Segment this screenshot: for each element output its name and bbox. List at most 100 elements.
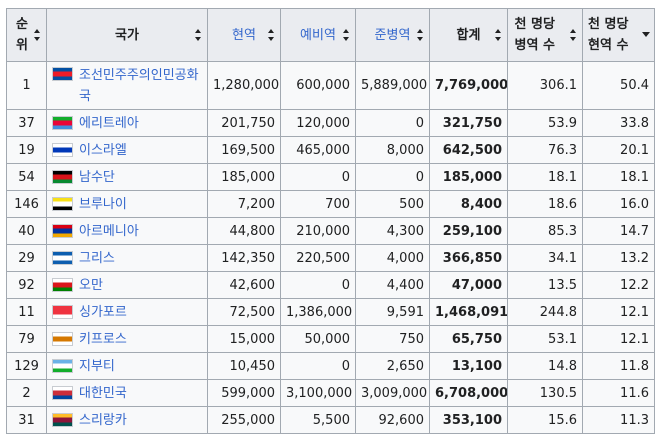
flag-icon <box>52 251 73 265</box>
column-header-active[interactable]: 현역 <box>207 8 281 62</box>
cell-total: 353,100 <box>429 406 508 434</box>
cell-total: 642,500 <box>429 136 508 164</box>
sort-icon[interactable] <box>268 29 275 41</box>
cell-reserve: 120,000 <box>280 109 356 137</box>
cell-rank: 79 <box>6 325 47 353</box>
cell-rank: 129 <box>6 352 47 380</box>
cell-country: 에리트레아 <box>46 109 208 137</box>
cell-reserve: 220,500 <box>280 244 356 272</box>
column-header-label[interactable]: 예비역 <box>300 25 336 46</box>
cell-mil-per-1000: 14.8 <box>507 352 583 380</box>
country-link[interactable]: 키프로스 <box>79 329 127 350</box>
country-link[interactable]: 오만 <box>79 275 103 296</box>
cell-mil-per-1000: 18.6 <box>507 190 583 218</box>
cell-paramilitary: 4,000 <box>355 244 430 272</box>
cell-active: 7,200 <box>207 190 281 218</box>
cell-paramilitary: 5,889,000 <box>355 61 430 110</box>
column-header-label: 천 명당 현역 수 <box>588 17 629 53</box>
sort-icon[interactable] <box>495 29 502 41</box>
cell-active-per-1000: 12.2 <box>582 271 655 299</box>
cell-country: 싱가포르 <box>46 298 208 326</box>
cell-active: 42,600 <box>207 271 281 299</box>
cell-paramilitary: 2,650 <box>355 352 430 380</box>
cell-active: 44,800 <box>207 217 281 245</box>
cell-active-per-1000: 33.8 <box>582 109 655 137</box>
country-link[interactable]: 대한민국 <box>79 383 127 404</box>
sort-descending-icon[interactable] <box>642 29 650 41</box>
sort-icon[interactable] <box>570 29 577 41</box>
column-header-country[interactable]: 국가 <box>46 8 208 62</box>
cell-reserve: 5,500 <box>280 406 356 434</box>
cell-mil-per-1000: 18.1 <box>507 163 583 191</box>
cell-reserve: 3,100,000 <box>280 379 356 407</box>
cell-rank: 40 <box>6 217 47 245</box>
flag-icon <box>52 66 73 81</box>
column-header-reserve[interactable]: 예비역 <box>280 8 356 62</box>
column-header-label: 천 명당 병역 수 <box>514 17 555 53</box>
table-row: 54 남수단 185,000 0 0 185,000 18.1 18.1 <box>6 163 655 191</box>
cell-reserve: 1,386,000 <box>280 298 356 326</box>
sort-icon[interactable] <box>195 29 202 41</box>
cell-reserve: 0 <box>280 271 356 299</box>
column-header-paramilitary[interactable]: 준병역 <box>355 8 430 62</box>
cell-country: 그리스 <box>46 244 208 272</box>
cell-active: 169,500 <box>207 136 281 164</box>
cell-country: 아르메니아 <box>46 217 208 245</box>
cell-active-per-1000: 18.1 <box>582 163 655 191</box>
sort-icon[interactable] <box>417 29 424 41</box>
flag-icon <box>52 359 73 373</box>
cell-total: 13,100 <box>429 352 508 380</box>
cell-mil-per-1000: 244.8 <box>507 298 583 326</box>
column-header-label: 합계 <box>456 27 481 43</box>
cell-active-per-1000: 12.1 <box>582 325 655 353</box>
cell-paramilitary: 750 <box>355 325 430 353</box>
flag-icon <box>52 170 73 184</box>
cell-paramilitary: 4,300 <box>355 217 430 245</box>
cell-reserve: 600,000 <box>280 61 356 110</box>
cell-rank: 19 <box>6 136 47 164</box>
column-header-label[interactable]: 현역 <box>232 25 256 46</box>
cell-paramilitary: 0 <box>355 109 430 137</box>
country-link[interactable]: 이스라엘 <box>79 140 127 161</box>
cell-rank: 54 <box>6 163 47 191</box>
cell-total: 47,000 <box>429 271 508 299</box>
table-row: 1 조선민주주의인민공화국 1,280,000 600,000 5,889,000 7,7… <box>6 61 655 110</box>
country-link[interactable]: 남수단 <box>79 167 115 188</box>
cell-country: 지부티 <box>46 352 208 380</box>
table-row: 19 이스라엘 169,500 465,000 8,000 642,500 76.3 20.1 <box>6 136 655 164</box>
country-link[interactable]: 아르메니아 <box>79 221 139 242</box>
cell-paramilitary: 0 <box>355 163 430 191</box>
cell-rank: 29 <box>6 244 47 272</box>
flag-icon <box>52 413 73 427</box>
cell-country: 스리랑카 <box>46 406 208 434</box>
sort-icon[interactable] <box>34 29 41 41</box>
cell-active: 10,450 <box>207 352 281 380</box>
cell-paramilitary: 92,600 <box>355 406 430 434</box>
table-body: 1 조선민주주의인민공화국 1,280,000 600,000 5,889,000 7,7… <box>6 61 655 434</box>
country-link[interactable]: 그리스 <box>79 248 115 269</box>
table-row: 92 오만 42,600 0 4,400 47,000 13.5 12.2 <box>6 271 655 299</box>
country-link[interactable]: 싱가포르 <box>79 302 127 323</box>
country-link[interactable]: 에리트레아 <box>79 113 139 134</box>
column-header-active-per-1000[interactable]: 천 명당 현역 수 <box>582 8 655 62</box>
column-header-total[interactable]: 합계 <box>429 8 508 62</box>
cell-paramilitary: 9,591 <box>355 298 430 326</box>
flag-icon <box>52 116 73 130</box>
table-row: 146 브루나이 7,200 700 500 8,400 18.6 16.0 <box>6 190 655 218</box>
cell-reserve: 700 <box>280 190 356 218</box>
column-header-mil-per-1000[interactable]: 천 명당 병역 수 <box>507 8 583 62</box>
country-link[interactable]: 지부티 <box>79 356 115 377</box>
country-link[interactable]: 스리랑카 <box>79 410 127 431</box>
country-link[interactable]: 브루나이 <box>79 194 127 215</box>
column-header-label: 순위 <box>16 17 28 53</box>
cell-paramilitary: 4,400 <box>355 271 430 299</box>
country-link[interactable]: 조선민주주의인민공화국 <box>79 65 202 107</box>
sort-icon[interactable] <box>343 29 350 41</box>
cell-country: 브루나이 <box>46 190 208 218</box>
column-header-label[interactable]: 준병역 <box>375 25 411 46</box>
table-row: 31 스리랑카 255,000 5,500 92,600 353,100 15.6 11.3 <box>6 406 655 434</box>
table-row: 40 아르메니아 44,800 210,000 4,300 259,100 85.3 14.7 <box>6 217 655 245</box>
column-header-rank[interactable]: 순위 <box>6 8 47 62</box>
cell-mil-per-1000: 53.9 <box>507 109 583 137</box>
cell-rank: 11 <box>6 298 47 326</box>
